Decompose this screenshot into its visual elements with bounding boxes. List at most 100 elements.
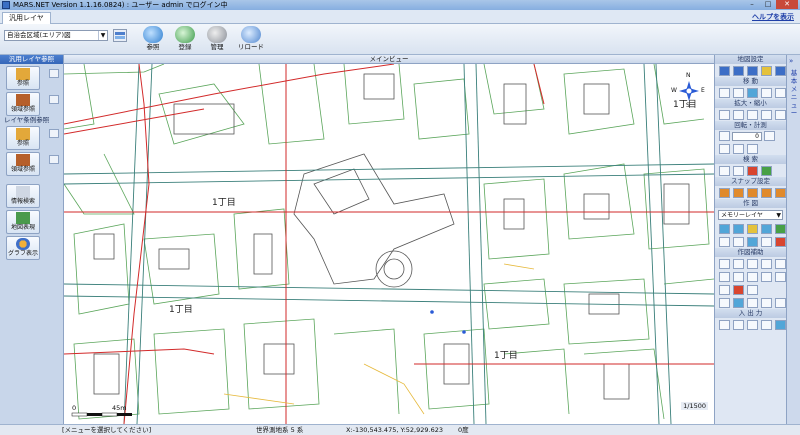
assist-extend-icon[interactable] bbox=[775, 259, 786, 269]
snap-square-icon[interactable] bbox=[719, 188, 730, 198]
delete-icon[interactable] bbox=[761, 237, 772, 247]
snap-vertex-icon[interactable] bbox=[775, 188, 786, 198]
minimize-button[interactable]: – bbox=[744, 0, 760, 9]
draw-shape-icon[interactable] bbox=[775, 224, 786, 234]
help-link[interactable]: ヘルプを表示 bbox=[752, 12, 794, 22]
zoom-box-icon[interactable] bbox=[747, 110, 758, 120]
search-icon[interactable] bbox=[719, 166, 730, 176]
measure-area-icon[interactable] bbox=[733, 144, 744, 154]
zoom-fit-icon[interactable] bbox=[761, 110, 772, 120]
graph-display-button[interactable]: グラフ表示 bbox=[6, 236, 40, 260]
layer-tool-button[interactable] bbox=[113, 29, 127, 42]
assist-merge-icon[interactable] bbox=[733, 272, 744, 282]
assist-snap-icon[interactable] bbox=[733, 298, 744, 308]
map-marker[interactable] bbox=[430, 310, 434, 314]
area-select[interactable]: 自治会区域(エリア)図 ▼ bbox=[4, 30, 108, 41]
assist-rotate-icon[interactable] bbox=[775, 272, 786, 282]
assist-line-icon[interactable] bbox=[719, 259, 730, 269]
settings-icon[interactable] bbox=[775, 66, 786, 76]
option-button[interactable] bbox=[49, 129, 59, 138]
pin-icon[interactable] bbox=[747, 166, 758, 176]
register-button[interactable]: 登録 bbox=[171, 26, 199, 54]
draw-line-icon[interactable] bbox=[719, 224, 730, 234]
export-icon[interactable] bbox=[733, 320, 744, 330]
assist-eraser-icon[interactable] bbox=[719, 298, 730, 308]
reference-layer-button[interactable]: 参照 bbox=[6, 66, 59, 90]
import-icon[interactable] bbox=[719, 320, 730, 330]
compass-rose[interactable]: N S W E bbox=[671, 72, 705, 109]
snap-diamond-icon[interactable] bbox=[747, 188, 758, 198]
measure-distance-icon[interactable] bbox=[719, 144, 730, 154]
redo-icon[interactable] bbox=[775, 88, 786, 98]
edit-icon[interactable] bbox=[719, 237, 730, 247]
option-button[interactable] bbox=[49, 95, 59, 104]
zoom-in-icon[interactable] bbox=[719, 110, 730, 120]
layer-icon[interactable] bbox=[747, 66, 758, 76]
close-button[interactable]: ✕ bbox=[776, 0, 798, 9]
rotate-apply-icon[interactable] bbox=[764, 131, 775, 141]
maximize-button[interactable]: □ bbox=[760, 0, 776, 9]
assist-perpendicular-icon[interactable] bbox=[719, 285, 730, 295]
chevron-down-icon: ▼ bbox=[776, 212, 781, 219]
assist-arc-icon[interactable] bbox=[747, 285, 758, 295]
move-arrows-icon[interactable] bbox=[747, 88, 758, 98]
assist-parallel-icon[interactable] bbox=[747, 259, 758, 269]
rotate-icon[interactable] bbox=[719, 131, 730, 141]
title-bar: MARS.NET Version 1.1.16.0824) : ユーザー adm… bbox=[0, 0, 800, 10]
measure-angle-icon[interactable] bbox=[747, 144, 758, 154]
layer-icon[interactable] bbox=[719, 66, 730, 76]
layer-search-icon[interactable] bbox=[761, 166, 772, 176]
assist-info-icon[interactable] bbox=[775, 298, 786, 308]
erase-icon[interactable] bbox=[775, 237, 786, 247]
info-search-button[interactable]: 情報検索 bbox=[6, 184, 40, 208]
layer-select[interactable]: メモリーレイヤ ▼ bbox=[718, 210, 783, 220]
assist-angle-icon[interactable] bbox=[761, 259, 772, 269]
zoom-out-icon[interactable] bbox=[733, 110, 744, 120]
app-icon bbox=[2, 1, 10, 9]
assist-trim-icon[interactable] bbox=[761, 272, 772, 282]
map-display-button[interactable]: 地図表現 bbox=[6, 210, 40, 234]
assist-cross-icon[interactable] bbox=[733, 259, 744, 269]
ordinance-reference-button[interactable]: 参照 bbox=[6, 126, 59, 150]
print-icon[interactable] bbox=[747, 320, 758, 330]
manage-button[interactable]: 管理 bbox=[203, 26, 231, 54]
assist-offset-icon[interactable] bbox=[747, 272, 758, 282]
ordinance-region-button[interactable]: 領域参照 bbox=[6, 152, 59, 176]
zoom-reset-icon[interactable] bbox=[775, 110, 786, 120]
rotate-angle-input[interactable]: 0 bbox=[732, 131, 762, 141]
section-zoom: 拡大・縮小 bbox=[715, 99, 786, 108]
draw-polygon-icon[interactable] bbox=[733, 224, 744, 234]
chevron-right-icon[interactable]: » bbox=[789, 57, 793, 65]
map-marker[interactable] bbox=[462, 330, 466, 334]
right-panel: 地図設定 移 動 拡大・縮小 回転・計測 0 検 索 スナップ設定 作 図 メモ… bbox=[714, 55, 786, 424]
pan-icon[interactable] bbox=[719, 88, 730, 98]
layer-icon[interactable] bbox=[733, 66, 744, 76]
option-button[interactable] bbox=[49, 69, 59, 78]
tab-general-layer[interactable]: 汎用レイヤ bbox=[2, 12, 51, 24]
save-icon[interactable] bbox=[761, 320, 772, 330]
background-icon[interactable] bbox=[761, 66, 772, 76]
graph-display-label: グラフ表示 bbox=[7, 250, 38, 257]
option-button[interactable] bbox=[49, 155, 59, 164]
assist-curve-icon[interactable] bbox=[747, 298, 758, 308]
map-label-chome: 1丁目 bbox=[169, 305, 193, 315]
snap-cross-icon[interactable] bbox=[761, 188, 772, 198]
assist-measure-icon[interactable] bbox=[761, 298, 772, 308]
assist-mark-icon[interactable] bbox=[733, 285, 744, 295]
open-icon[interactable] bbox=[775, 320, 786, 330]
draw-note-icon[interactable] bbox=[747, 224, 758, 234]
undo-icon[interactable] bbox=[761, 88, 772, 98]
draw-point-icon[interactable] bbox=[761, 224, 772, 234]
side-menu-strip[interactable]: » 基本メニュー bbox=[786, 55, 800, 424]
hand-icon[interactable] bbox=[733, 88, 744, 98]
reference-button[interactable]: 参照 bbox=[139, 26, 167, 54]
region-reference-button[interactable]: 領域参照 bbox=[6, 92, 59, 116]
copy-icon[interactable] bbox=[733, 237, 744, 247]
reload-button[interactable]: リロード bbox=[237, 26, 265, 54]
section-move: 移 動 bbox=[715, 77, 786, 86]
address-search-icon[interactable] bbox=[733, 166, 744, 176]
paste-icon[interactable] bbox=[747, 237, 758, 247]
map-canvas[interactable]: 1丁目 1丁目 1丁目 1丁目 0 45m 1/1500 N S W E bbox=[64, 64, 714, 424]
assist-split-icon[interactable] bbox=[719, 272, 730, 282]
snap-circle-icon[interactable] bbox=[733, 188, 744, 198]
